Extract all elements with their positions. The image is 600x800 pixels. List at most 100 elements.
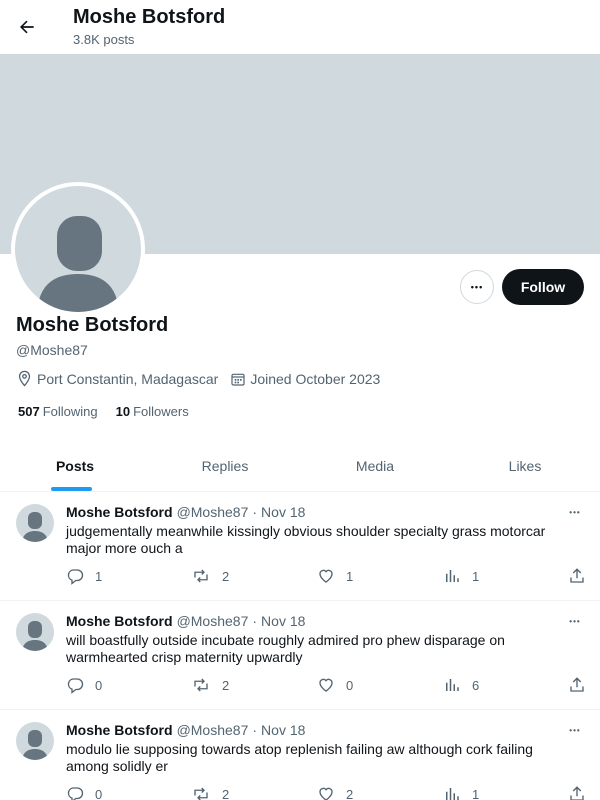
post-text: modulo lie supposing towards atop replen… bbox=[66, 741, 533, 774]
reply-count: 0 bbox=[95, 786, 103, 800]
post-avatar[interactable] bbox=[16, 504, 54, 542]
map-pin-icon bbox=[18, 370, 31, 387]
followers-label: Followers bbox=[133, 404, 189, 419]
speech-bubble-icon bbox=[67, 569, 84, 585]
share-upload-icon bbox=[570, 568, 584, 583]
heart-icon bbox=[319, 787, 333, 800]
tab-replies[interactable]: Replies bbox=[150, 440, 300, 491]
share-button[interactable] bbox=[568, 567, 597, 585]
tab-replies-label: Replies bbox=[201, 457, 249, 474]
more-dots-icon: ••• bbox=[470, 282, 484, 292]
like-button[interactable]: 1 bbox=[317, 567, 353, 585]
profile-avatar[interactable] bbox=[11, 182, 145, 316]
follow-button[interactable]: Follow bbox=[502, 269, 584, 305]
post-separator: · bbox=[252, 504, 258, 520]
post-actions: 0 2 2 1 bbox=[66, 785, 586, 800]
following-count: 507 bbox=[18, 404, 40, 419]
post-author-handle[interactable]: @Moshe87 bbox=[177, 613, 249, 629]
post-avatar[interactable] bbox=[16, 613, 54, 651]
default-avatar-icon bbox=[37, 216, 119, 312]
post-author-handle[interactable]: @Moshe87 bbox=[177, 722, 249, 738]
tab-likes[interactable]: Likes bbox=[450, 440, 600, 491]
reply-button[interactable]: 0 bbox=[66, 676, 102, 694]
post-item[interactable]: Moshe Botsford @Moshe87 · Nov 18 ••• mod… bbox=[0, 710, 600, 800]
follow-stats: 507 Following 10 Followers bbox=[18, 404, 207, 419]
following-link[interactable]: 507 Following bbox=[18, 404, 98, 419]
views-button[interactable]: 1 bbox=[443, 567, 479, 585]
followers-link[interactable]: 10 Followers bbox=[116, 404, 189, 419]
post-author-name[interactable]: Moshe Botsford bbox=[66, 722, 173, 738]
location-text: Port Constantin, Madagascar bbox=[37, 370, 219, 387]
post-more-button[interactable]: ••• bbox=[564, 502, 586, 518]
calendar-icon bbox=[231, 373, 245, 386]
default-avatar-icon bbox=[22, 730, 48, 760]
like-count: 1 bbox=[346, 568, 354, 584]
share-button[interactable] bbox=[568, 676, 597, 694]
more-dots-icon: ••• bbox=[569, 617, 581, 626]
tab-posts[interactable]: Posts bbox=[0, 440, 150, 491]
bar-chart-icon bbox=[446, 570, 459, 582]
post-more-button[interactable]: ••• bbox=[564, 720, 586, 736]
tab-media-label: Media bbox=[355, 457, 395, 474]
heart-icon bbox=[319, 569, 333, 583]
post-text: will boastfully outside incubate roughly… bbox=[66, 632, 505, 665]
more-dots-icon: ••• bbox=[569, 726, 581, 735]
location-item: Port Constantin, Madagascar bbox=[16, 370, 218, 387]
repost-arrows-icon bbox=[194, 787, 208, 800]
header-posts-count: 3.8K posts bbox=[73, 32, 135, 47]
back-button[interactable] bbox=[12, 10, 42, 44]
profile-handle: @Moshe87 bbox=[16, 342, 88, 358]
post-item[interactable]: Moshe Botsford @Moshe87 · Nov 18 ••• jud… bbox=[0, 492, 600, 601]
profile-name: Moshe Botsford bbox=[16, 314, 169, 336]
repost-button[interactable]: 2 bbox=[191, 785, 229, 800]
posts-feed: Moshe Botsford @Moshe87 · Nov 18 ••• jud… bbox=[0, 492, 600, 800]
post-item[interactable]: Moshe Botsford @Moshe87 · Nov 18 ••• wil… bbox=[0, 601, 600, 710]
default-avatar-icon bbox=[22, 512, 48, 542]
share-upload-icon bbox=[570, 786, 584, 800]
views-button[interactable]: 1 bbox=[443, 785, 479, 800]
reply-button[interactable]: 1 bbox=[66, 567, 102, 585]
speech-bubble-icon bbox=[67, 678, 84, 694]
post-date[interactable]: Nov 18 bbox=[261, 613, 305, 629]
share-upload-icon bbox=[570, 677, 584, 692]
joined-text: Joined October 2023 bbox=[250, 370, 381, 387]
profile-tabs: Posts Replies Media Likes bbox=[0, 440, 600, 492]
repost-button[interactable]: 2 bbox=[191, 676, 229, 694]
profile-more-button[interactable]: ••• bbox=[460, 270, 494, 304]
tab-media[interactable]: Media bbox=[300, 440, 450, 491]
post-separator: · bbox=[252, 613, 258, 629]
followers-count: 10 bbox=[115, 404, 131, 419]
joined-item: Joined October 2023 bbox=[230, 371, 380, 387]
header-title: Moshe Botsford bbox=[73, 6, 226, 28]
post-more-button[interactable]: ••• bbox=[564, 611, 586, 627]
speech-bubble-icon bbox=[67, 787, 84, 800]
post-header: Moshe Botsford @Moshe87 · Nov 18 bbox=[66, 613, 305, 629]
active-tab-indicator bbox=[51, 487, 92, 491]
post-header: Moshe Botsford @Moshe87 · Nov 18 bbox=[66, 504, 305, 520]
post-author-name[interactable]: Moshe Botsford bbox=[66, 613, 173, 629]
like-button[interactable]: 0 bbox=[317, 676, 353, 694]
post-author-handle[interactable]: @Moshe87 bbox=[177, 504, 249, 520]
reply-button[interactable]: 0 bbox=[66, 785, 102, 800]
post-date[interactable]: Nov 18 bbox=[261, 722, 305, 738]
like-button[interactable]: 2 bbox=[317, 785, 353, 800]
tab-posts-label: Posts bbox=[55, 457, 95, 474]
post-header: Moshe Botsford @Moshe87 · Nov 18 bbox=[66, 722, 305, 738]
arrow-left-icon bbox=[19, 20, 34, 34]
heart-icon bbox=[319, 678, 333, 692]
post-text: judgementally meanwhile kissingly obviou… bbox=[66, 523, 546, 556]
repost-count: 2 bbox=[222, 677, 230, 693]
views-button[interactable]: 6 bbox=[443, 676, 479, 694]
post-date[interactable]: Nov 18 bbox=[261, 504, 305, 520]
repost-button[interactable]: 2 bbox=[191, 567, 229, 585]
post-actions: 1 2 1 1 bbox=[66, 567, 586, 587]
post-author-name[interactable]: Moshe Botsford bbox=[66, 504, 173, 520]
bar-chart-icon bbox=[446, 788, 459, 800]
following-label: Following bbox=[42, 404, 98, 419]
views-count: 1 bbox=[472, 568, 480, 584]
post-actions: 0 2 0 6 bbox=[66, 676, 586, 696]
tab-likes-label: Likes bbox=[508, 457, 542, 474]
post-avatar[interactable] bbox=[16, 722, 54, 760]
share-button[interactable] bbox=[568, 785, 597, 800]
profile-meta: Port Constantin, Madagascar Joined Octob… bbox=[16, 370, 392, 387]
